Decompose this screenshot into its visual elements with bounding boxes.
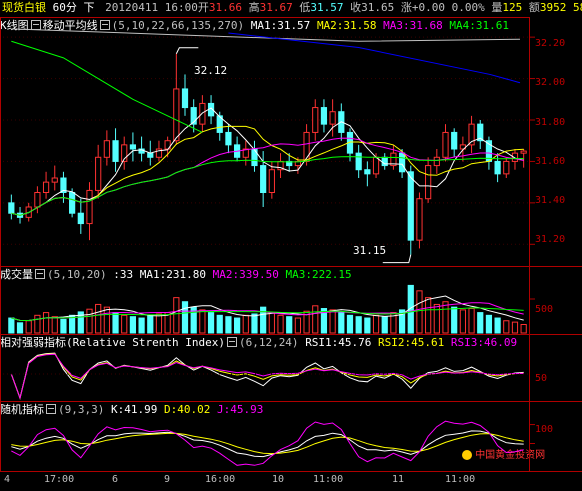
- candle-body: [51, 177, 58, 183]
- volume-bar: [34, 314, 41, 334]
- volume-bar: [503, 320, 510, 334]
- candle-body: [42, 181, 50, 193]
- ma-long-line: [11, 28, 521, 42]
- candle-body: [416, 198, 423, 241]
- rsi-line: [10, 353, 524, 400]
- volume-bar: [451, 306, 458, 334]
- volume-bar: [277, 314, 284, 334]
- volume-bar: [329, 309, 336, 334]
- volume-bar: [511, 321, 519, 334]
- volume-bar: [138, 317, 145, 334]
- candle-body: [355, 152, 362, 171]
- volume-bar: [42, 312, 50, 334]
- candle-body: [372, 156, 380, 175]
- stock-chart-window: 现货白银 60分 下 20120411 16:00开31.66 高31.67 低…: [0, 0, 582, 491]
- volume-bar: [294, 317, 301, 334]
- chart-canvas[interactable]: [0, 0, 582, 491]
- volume-bar: [312, 305, 319, 334]
- ma-long-line: [11, 40, 203, 133]
- candle-body: [199, 102, 206, 125]
- volume-bar: [338, 312, 345, 334]
- volume-bar: [416, 290, 423, 334]
- volume-bar: [286, 316, 293, 334]
- candle-body: [181, 88, 189, 109]
- kdj-line: [11, 432, 524, 455]
- candle-body: [312, 107, 319, 133]
- candle-body: [69, 192, 76, 214]
- kdj-line: [11, 420, 524, 466]
- annotation-leader: [175, 47, 199, 54]
- volume-bar: [477, 312, 484, 334]
- candle-body: [520, 150, 527, 154]
- volume-bar: [494, 317, 501, 334]
- volume-bar: [199, 309, 206, 334]
- candle-body: [8, 202, 15, 214]
- candle-body: [95, 156, 102, 191]
- volume-bar: [8, 317, 15, 334]
- volume-bar: [355, 316, 362, 334]
- candle-body: [225, 131, 232, 146]
- candle-body: [407, 171, 414, 241]
- candle-body: [398, 152, 406, 173]
- volume-bar: [381, 316, 388, 334]
- volume-bar: [234, 317, 241, 334]
- candle-body: [442, 131, 449, 158]
- volume-bar: [207, 312, 215, 334]
- volume-bar: [181, 301, 189, 334]
- volume-bar: [51, 316, 58, 334]
- volume-bar: [433, 303, 440, 334]
- volume-bar: [268, 312, 275, 334]
- volume-bar: [121, 314, 128, 334]
- candle-body: [503, 160, 510, 175]
- candle-body: [86, 189, 93, 225]
- candle-body: [103, 140, 110, 158]
- ma-long-line: [228, 32, 521, 84]
- volume-bar: [468, 308, 475, 334]
- candle-body: [364, 169, 371, 175]
- volume-bar: [60, 318, 67, 334]
- candle-body: [260, 165, 267, 193]
- volume-bar: [95, 303, 102, 334]
- candle-body: [451, 131, 458, 150]
- volume-bar: [147, 314, 154, 334]
- volume-bar: [112, 312, 119, 334]
- candle-body: [303, 131, 310, 162]
- candle-body: [147, 152, 154, 158]
- volume-bar: [155, 313, 163, 334]
- volume-bar: [16, 322, 24, 334]
- candle-body: [425, 165, 432, 200]
- rsi-line: [10, 353, 524, 400]
- volume-bar: [372, 314, 380, 334]
- rsi-line: [10, 352, 524, 400]
- volume-bar: [242, 314, 249, 334]
- candle-body: [494, 160, 501, 175]
- candle-body: [320, 107, 328, 125]
- volume-bar: [216, 314, 223, 334]
- volume-bar: [103, 306, 110, 334]
- candle-body: [77, 212, 84, 225]
- candle-body: [173, 88, 180, 142]
- volume-bar: [260, 306, 267, 334]
- volume-bar: [173, 297, 180, 334]
- volume-bar: [129, 316, 137, 334]
- volume-bar: [459, 309, 466, 334]
- volume-bar: [520, 324, 527, 334]
- candle-body: [129, 144, 137, 150]
- volume-bar: [251, 313, 258, 334]
- candle-body: [112, 140, 119, 162]
- volume-bar: [485, 314, 493, 334]
- volume-bar: [225, 316, 232, 334]
- annotation-leader: [382, 254, 412, 264]
- volume-bar: [425, 297, 432, 334]
- candle-body: [34, 192, 41, 208]
- candle-body: [433, 156, 440, 167]
- candle-body: [268, 169, 275, 193]
- volume-bar: [364, 317, 371, 334]
- volume-bar: [25, 320, 32, 334]
- volume-bar: [346, 314, 354, 334]
- volume-bar: [86, 308, 93, 334]
- candle-body: [329, 111, 336, 125]
- volume-bar: [442, 301, 449, 334]
